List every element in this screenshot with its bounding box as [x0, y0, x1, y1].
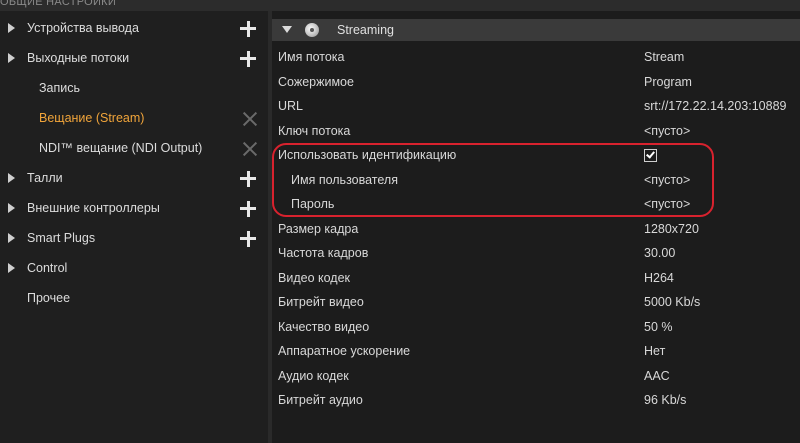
- remove-icon[interactable]: [242, 111, 258, 127]
- property-name: Размер кадра: [278, 222, 359, 236]
- collapse-arrow-icon[interactable]: [282, 26, 292, 33]
- property-value[interactable]: <пусто>: [644, 173, 690, 187]
- property-row-video-codec[interactable]: Видео кодек H264: [272, 267, 800, 291]
- property-name: Аппаратное ускорение: [278, 344, 411, 358]
- property-value[interactable]: <пусто>: [644, 124, 690, 138]
- panel-header[interactable]: Streaming: [272, 19, 800, 41]
- property-name: Пароль: [291, 197, 335, 211]
- property-value[interactable]: 50 %: [644, 320, 673, 334]
- use-authentication-checkbox[interactable]: [644, 149, 657, 162]
- property-value[interactable]: srt://172.22.14.203:10889: [644, 99, 786, 113]
- property-name: Видео кодек: [278, 271, 350, 285]
- sidebar-item-recording[interactable]: Запись: [0, 74, 268, 104]
- sidebar-item-label: NDI™ вещание (NDI Output): [39, 141, 203, 155]
- property-name: Качество видео: [278, 320, 370, 334]
- expand-arrow-icon[interactable]: [8, 263, 15, 273]
- panel-title: Streaming: [337, 23, 394, 37]
- property-row-url[interactable]: URL srt://172.22.14.203:10889: [272, 95, 800, 119]
- property-row-stream-key[interactable]: Ключ потока <пусто>: [272, 120, 800, 144]
- sidebar-item-external-controllers[interactable]: Внешние контроллеры: [0, 194, 268, 224]
- property-row-stream-name[interactable]: Имя потока Stream: [272, 46, 800, 70]
- sidebar-item-ndi-output[interactable]: NDI™ вещание (NDI Output): [0, 134, 268, 164]
- sidebar-item-label: Выходные потоки: [27, 51, 130, 65]
- property-name: Имя пользователя: [291, 173, 398, 187]
- sidebar-item-label: Вещание (Stream): [39, 111, 145, 125]
- settings-sidebar: Устройства вывода Выходные потоки Запись…: [0, 11, 268, 443]
- property-name: Аудио кодек: [278, 369, 349, 383]
- expand-arrow-icon[interactable]: [8, 203, 15, 213]
- property-name: Ключ потока: [278, 124, 351, 138]
- sidebar-item-label: Устройства вывода: [27, 21, 139, 35]
- property-row-content[interactable]: Сожержимое Program: [272, 71, 800, 95]
- add-icon[interactable]: [240, 170, 258, 188]
- property-row-password[interactable]: Пароль <пусто>: [272, 193, 800, 217]
- property-value[interactable]: H264: [644, 271, 674, 285]
- sidebar-item-output-streams[interactable]: Выходные потоки: [0, 44, 268, 74]
- property-value[interactable]: Program: [644, 75, 692, 89]
- property-name: Сожержимое: [278, 75, 354, 89]
- property-value[interactable]: AAC: [644, 369, 670, 383]
- property-value[interactable]: 96 Kb/s: [644, 393, 686, 407]
- property-value[interactable]: <пусто>: [644, 197, 690, 211]
- sidebar-item-tally[interactable]: Талли: [0, 164, 268, 194]
- property-row-hardware-acceleration[interactable]: Аппаратное ускорение Нет: [272, 340, 800, 364]
- properties-panel: Streaming Имя потока Stream Сожержимое P…: [272, 11, 800, 443]
- property-name: Использовать идентификацию: [278, 148, 457, 162]
- property-row-audio-bitrate[interactable]: Битрейт аудио 96 Kb/s: [272, 389, 800, 413]
- property-row-video-quality[interactable]: Качество видео 50 %: [272, 316, 800, 340]
- property-name: Битрейт аудио: [278, 393, 363, 407]
- expand-arrow-icon[interactable]: [8, 53, 15, 63]
- add-icon[interactable]: [240, 200, 258, 218]
- property-row-frame-rate[interactable]: Частота кадров 30.00: [272, 242, 800, 266]
- sidebar-item-label: Прочее: [27, 291, 71, 305]
- sidebar-item-label: Smart Plugs: [27, 231, 96, 245]
- expand-arrow-icon[interactable]: [8, 233, 15, 243]
- property-row-audio-codec[interactable]: Аудио кодек AAC: [272, 365, 800, 389]
- property-row-username[interactable]: Имя пользователя <пусто>: [272, 169, 800, 193]
- sidebar-item-stream[interactable]: Вещание (Stream): [0, 104, 268, 134]
- add-icon[interactable]: [240, 230, 258, 248]
- sidebar-item-label: Внешние контроллеры: [27, 201, 160, 215]
- property-name: Битрейт видео: [278, 295, 364, 309]
- window-title-bar: ОБЩИЕ НАСТРОЙКИ: [0, 0, 800, 11]
- sidebar-item-other[interactable]: Прочее: [0, 284, 268, 314]
- sidebar-item-smart-plugs[interactable]: Smart Plugs: [0, 224, 268, 254]
- sidebar-item-label: Control: [27, 261, 68, 275]
- sidebar-item-control[interactable]: Control: [0, 254, 268, 284]
- expand-arrow-icon[interactable]: [8, 23, 15, 33]
- property-value[interactable]: 5000 Kb/s: [644, 295, 700, 309]
- property-value[interactable]: Stream: [644, 50, 684, 64]
- property-name: URL: [278, 99, 304, 113]
- property-value[interactable]: Нет: [644, 344, 665, 358]
- window-title: ОБЩИЕ НАСТРОЙКИ: [0, 0, 117, 8]
- expand-arrow-icon[interactable]: [8, 173, 15, 183]
- sidebar-item-label: Запись: [39, 81, 81, 95]
- property-name: Имя потока: [278, 50, 345, 64]
- sidebar-item-label: Талли: [27, 171, 63, 185]
- property-row-use-authentication[interactable]: Использовать идентификацию: [272, 144, 800, 168]
- property-value[interactable]: 30.00: [644, 246, 675, 260]
- sidebar-item-output-devices[interactable]: Устройства вывода: [0, 14, 268, 44]
- property-name: Частота кадров: [278, 246, 369, 260]
- remove-icon[interactable]: [242, 141, 258, 157]
- add-icon[interactable]: [240, 20, 258, 38]
- property-row-video-bitrate[interactable]: Битрейт видео 5000 Kb/s: [272, 291, 800, 315]
- disc-icon: [305, 23, 319, 37]
- add-icon[interactable]: [240, 50, 258, 68]
- property-value[interactable]: 1280x720: [644, 222, 699, 236]
- property-row-frame-size[interactable]: Размер кадра 1280x720: [272, 218, 800, 242]
